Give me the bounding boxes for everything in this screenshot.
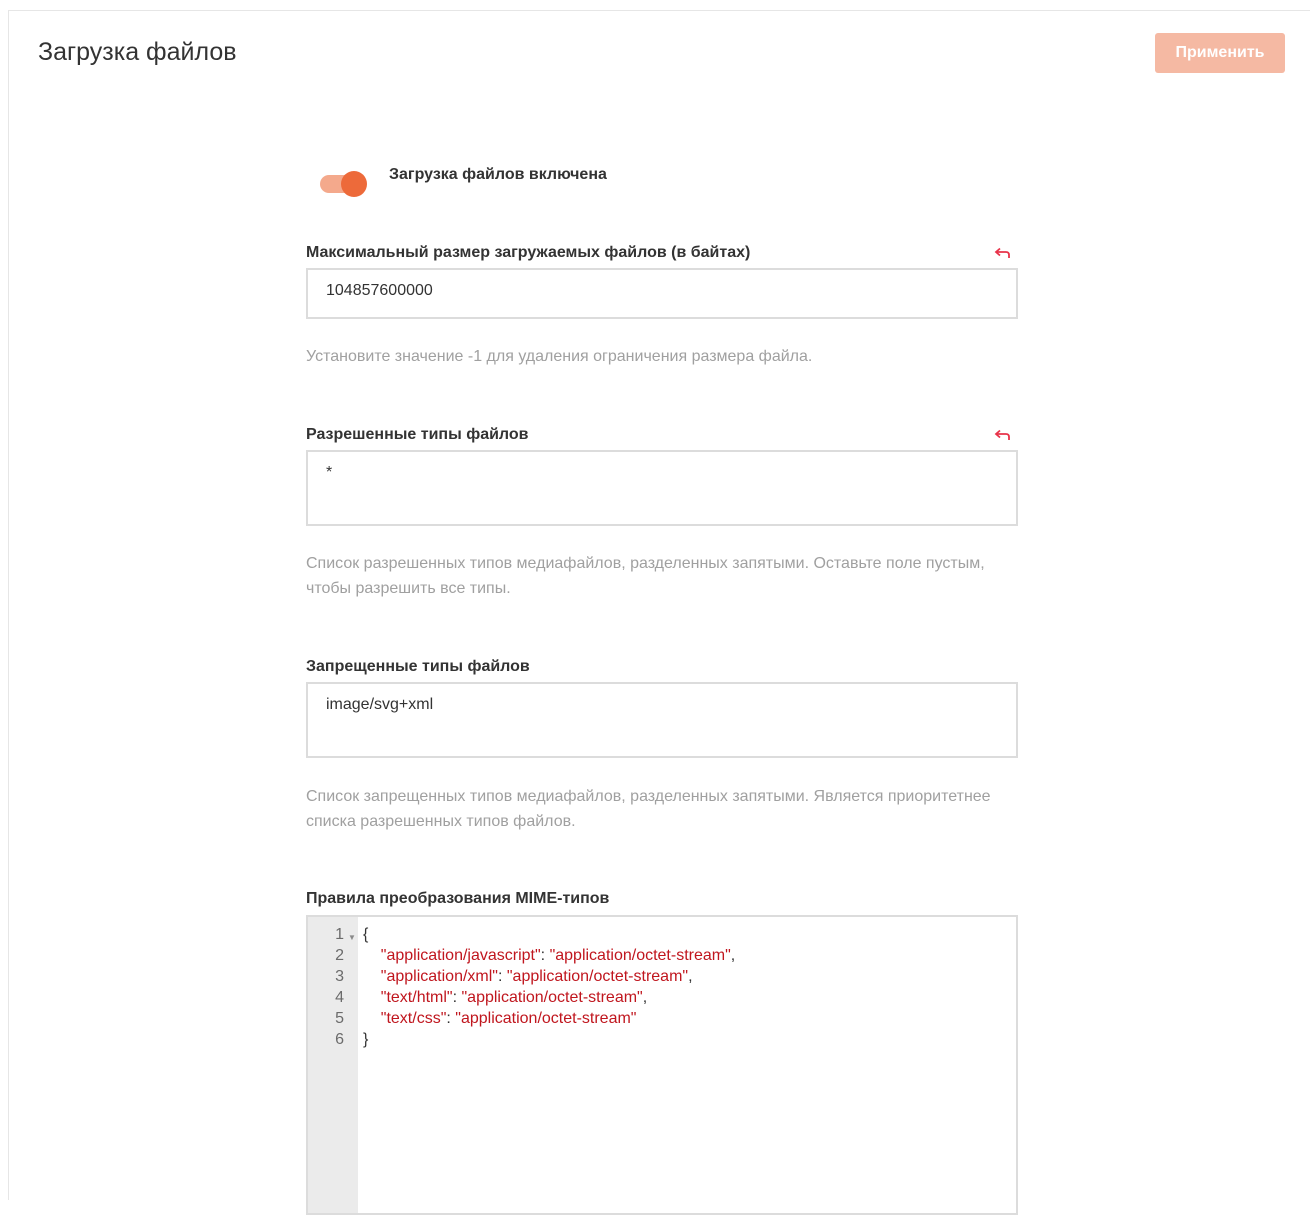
apply-button[interactable]: Применить bbox=[1155, 33, 1285, 73]
line-number: 6 bbox=[335, 1031, 344, 1048]
code-line: { bbox=[363, 924, 735, 945]
line-number: 2 bbox=[335, 947, 344, 964]
line-number: 3 bbox=[335, 968, 344, 985]
line-number: 4 bbox=[335, 989, 344, 1006]
max-size-label: Максимальный размер загружаемых файлов (… bbox=[306, 244, 751, 261]
allowed-types-help: Список разрешенных типов медиафайлов, ра… bbox=[306, 555, 985, 597]
allowed-types-textarea[interactable]: * bbox=[306, 450, 1018, 526]
mime-value: "application/octet-stream" bbox=[549, 947, 731, 964]
code-line: "text/html": "application/octet-stream", bbox=[380, 989, 648, 1006]
code-line: "text/css": "application/octet-stream" bbox=[380, 1010, 637, 1027]
mime-value: "application/octet-stream" bbox=[506, 968, 689, 985]
close-brace: } bbox=[363, 1031, 369, 1048]
code-line: "application/javascript": "application/o… bbox=[380, 947, 736, 964]
code-line: } bbox=[363, 1029, 735, 1050]
code-content[interactable]: { "application/javascript": "application… bbox=[363, 924, 735, 1050]
max-size-help: Установите значение -1 для удаления огра… bbox=[306, 348, 813, 365]
mime-rules-label: Правила преобразования MIME-типов bbox=[306, 890, 610, 907]
mime-rules-code-editor[interactable]: 1 2 3 4 5 6 ▼ { "application/javascript"… bbox=[306, 915, 1018, 1215]
forbidden-types-help: Список запрещенных типов медиафайлов, ра… bbox=[306, 788, 991, 830]
upload-enabled-label: Загрузка файлов включена bbox=[389, 166, 607, 183]
separator: , bbox=[730, 947, 736, 964]
mime-value: "application/octet-stream" bbox=[461, 989, 643, 1006]
mime-key: "text/css" bbox=[380, 1010, 447, 1027]
line-numbers: 1 2 3 4 5 6 bbox=[308, 924, 344, 1050]
fold-triangle-icon[interactable]: ▼ bbox=[348, 933, 356, 942]
editor-gutter: 1 2 3 4 5 6 ▼ bbox=[308, 917, 358, 1213]
max-size-input[interactable]: 104857600000 bbox=[306, 268, 1018, 319]
allowed-types-label: Разрешенные типы файлов bbox=[306, 426, 529, 443]
line-number: 5 bbox=[335, 1010, 344, 1027]
mime-key: "text/html" bbox=[380, 989, 453, 1006]
open-brace: { bbox=[363, 926, 369, 943]
forbidden-types-label: Запрещенные типы файлов bbox=[306, 658, 530, 675]
page-title: Загрузка файлов bbox=[38, 38, 237, 66]
mime-value: "application/octet-stream" bbox=[455, 1010, 637, 1027]
undo-arrow-icon[interactable] bbox=[994, 247, 1010, 261]
mime-key: "application/xml" bbox=[380, 968, 498, 985]
code-line: "application/xml": "application/octet-st… bbox=[380, 968, 693, 985]
mime-key: "application/javascript" bbox=[380, 947, 541, 964]
forbidden-types-textarea[interactable]: image/svg+xml bbox=[306, 682, 1018, 758]
undo-arrow-icon[interactable] bbox=[994, 429, 1010, 443]
separator: , bbox=[642, 989, 648, 1006]
line-number: 1 bbox=[335, 926, 344, 943]
separator: , bbox=[688, 968, 693, 985]
toggle-knob bbox=[341, 171, 367, 197]
upload-enabled-toggle[interactable] bbox=[320, 170, 368, 198]
